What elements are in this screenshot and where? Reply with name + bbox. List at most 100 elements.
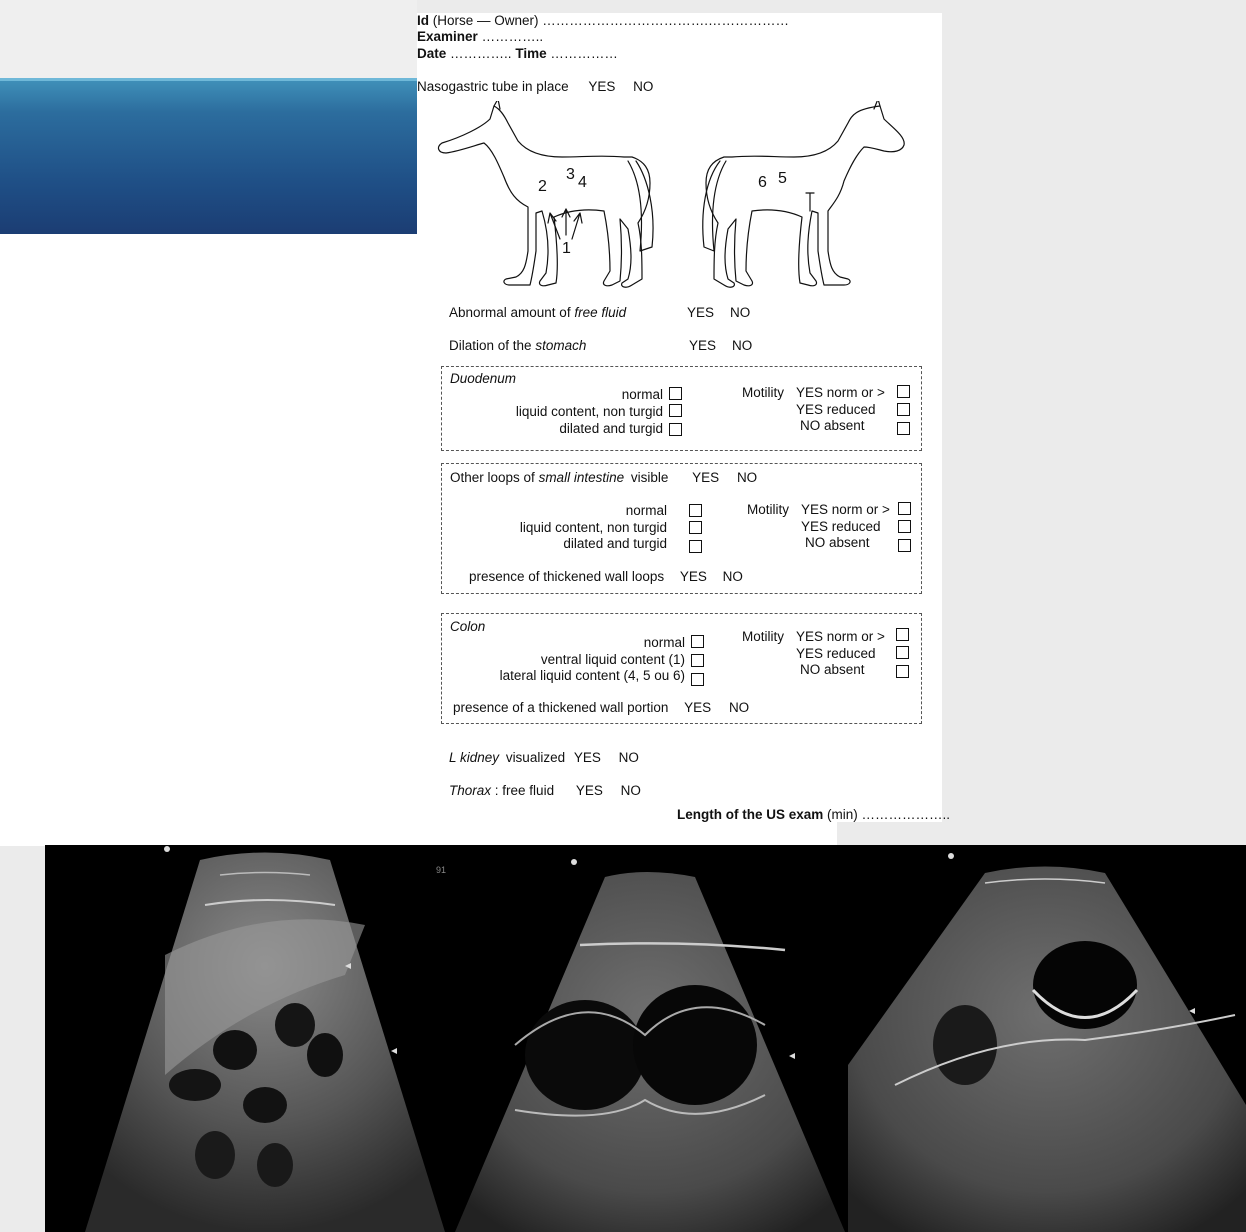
stomach-yes: YES [689, 338, 717, 353]
si-motility-normal: YES norm or > [801, 502, 890, 517]
small-intestine-section: Other loops of small intestine visible Y… [441, 463, 922, 594]
small-intestine-title-post: visible [630, 470, 669, 485]
duodenum-motility-absent-checkbox[interactable] [897, 422, 910, 435]
small-intestine-title-em: small intestine [538, 470, 625, 485]
ultrasound-image-1 [85, 846, 445, 1232]
duodenum-option-normal: normal [621, 387, 663, 402]
si-motility-absent: NO absent [805, 535, 870, 550]
si-dilated-checkbox[interactable] [689, 540, 702, 553]
colon-normal-checkbox[interactable] [691, 635, 704, 648]
free-fluid-label: Abnormal amount of free fluid [449, 305, 626, 320]
colon-thickened-line: presence of a thickened wall portion YES… [453, 700, 749, 715]
colon-motility-absent: NO absent [800, 662, 865, 677]
stomach-text: Dilation of the [449, 338, 536, 353]
stomach-no: NO [732, 338, 753, 353]
id-line: Id (Horse — Owner) ……………………………….……………… [417, 13, 789, 28]
diagram-label-6: 6 [758, 174, 767, 191]
date-field: ………….. [450, 46, 512, 61]
nasogastric-yes: YES [588, 79, 616, 94]
small-intestine-title-text: Other loops of [450, 470, 539, 485]
kidney-yes: YES [573, 750, 601, 765]
si-liquid-checkbox[interactable] [689, 521, 702, 534]
ultrasound-image-3 [848, 853, 1246, 1232]
examiner-line: Examiner ………….. [417, 29, 543, 44]
duodenum-motility-reduced: YES reduced [796, 402, 876, 417]
nasogastric-line: Nasogastric tube in place YES NO [417, 79, 653, 94]
colon-motility-label: Motility [742, 629, 785, 644]
slide-header-band [0, 78, 417, 237]
slide-blank-area [0, 234, 417, 846]
colon-thickened-yes: YES [684, 700, 712, 715]
kidney-line: L kidney visualized YES NO [449, 750, 639, 765]
colon-motility-normal-checkbox[interactable] [896, 628, 909, 641]
ultrasound-image-2: 91 [436, 859, 845, 1232]
duodenum-option-liquid: liquid content, non turgid [515, 404, 663, 419]
colon-option-ventral: ventral liquid content (1) [540, 652, 685, 667]
si-thickened-line: presence of thickened wall loops YES NO [469, 569, 743, 584]
si-thickened-yes: YES [679, 569, 707, 584]
colon-section: Colon normal ventral liquid content (1) … [441, 613, 922, 724]
arrow-right [571, 212, 583, 240]
examiner-field: ………….. [481, 29, 544, 44]
colon-thickened-no: NO [728, 700, 750, 715]
small-intestine-yes: YES [692, 470, 720, 485]
ultrasound-images: 91 [85, 846, 1246, 1232]
si-normal-checkbox[interactable] [689, 504, 702, 517]
si-motility-absent-checkbox[interactable] [898, 539, 911, 552]
slide-blank-strip [417, 822, 837, 846]
left-horse-outline [437, 105, 651, 288]
thorax-line: Thorax : free fluid YES NO [449, 783, 641, 798]
right-horse-outline [705, 105, 905, 288]
si-motility-label: Motility [747, 502, 790, 517]
exam-length-unit: (min) [827, 807, 858, 822]
date-label: Date [417, 46, 447, 61]
si-thickened-label: presence of thickened wall loops [469, 569, 665, 584]
nasogastric-no: NO [633, 79, 654, 94]
right-horse-marker [805, 192, 815, 212]
stomach-em: stomach [535, 338, 587, 353]
colon-motility-reduced: YES reduced [796, 646, 876, 661]
colon-thickened-label: presence of a thickened wall portion [453, 700, 669, 715]
duodenum-normal-checkbox[interactable] [669, 387, 682, 400]
duodenum-liquid-checkbox[interactable] [669, 404, 682, 417]
kidney-em: L kidney [449, 750, 500, 765]
si-option-liquid: liquid content, non turgid [519, 520, 667, 535]
exam-length-field: ……………….. [861, 807, 951, 822]
time-label: Time [515, 46, 547, 61]
duodenum-motility-reduced-checkbox[interactable] [897, 403, 910, 416]
colon-option-normal: normal [643, 635, 685, 650]
duodenum-motility-normal: YES norm or > [796, 385, 885, 400]
duodenum-motility-label: Motility [742, 385, 785, 400]
id-field: (Horse — Owner) ……………………………….……………… [432, 13, 790, 28]
colon-ventral-checkbox[interactable] [691, 654, 704, 667]
thorax-label: : free fluid [494, 783, 555, 798]
duodenum-dilated-checkbox[interactable] [669, 423, 682, 436]
free-fluid-no: NO [730, 305, 751, 320]
thorax-no: NO [620, 783, 641, 798]
small-intestine-title: Other loops of small intestine visible Y… [450, 470, 757, 485]
diagram-label-4: 4 [578, 174, 587, 191]
free-fluid-text: Abnormal amount of [449, 305, 575, 320]
diagram-label-2: 2 [538, 178, 547, 195]
colon-motility-reduced-checkbox[interactable] [896, 646, 909, 659]
ultrasound-marker: 91 [436, 865, 446, 875]
examiner-label: Examiner [417, 29, 478, 44]
si-option-normal: normal [625, 503, 667, 518]
duodenum-motility-absent: NO absent [800, 418, 865, 433]
kidney-no: NO [618, 750, 639, 765]
si-motility-normal-checkbox[interactable] [898, 502, 911, 515]
duodenum-title: Duodenum [450, 371, 517, 386]
arrow-center [561, 208, 571, 236]
duodenum-section: Duodenum normal liquid content, non turg… [441, 366, 922, 451]
colon-motility-normal: YES norm or > [796, 629, 885, 644]
right-horse-ear [873, 101, 881, 110]
kidney-label: visualized [505, 750, 566, 765]
colon-title: Colon [450, 619, 486, 634]
si-motility-reduced-checkbox[interactable] [898, 520, 911, 533]
colon-motility-absent-checkbox[interactable] [896, 665, 909, 678]
horse-diagram: 2 3 4 1 6 5 [437, 101, 905, 288]
colon-lateral-checkbox[interactable] [691, 673, 704, 686]
si-motility-reduced: YES reduced [801, 519, 881, 534]
duodenum-motility-normal-checkbox[interactable] [897, 385, 910, 398]
si-option-dilated: dilated and turgid [563, 536, 667, 551]
